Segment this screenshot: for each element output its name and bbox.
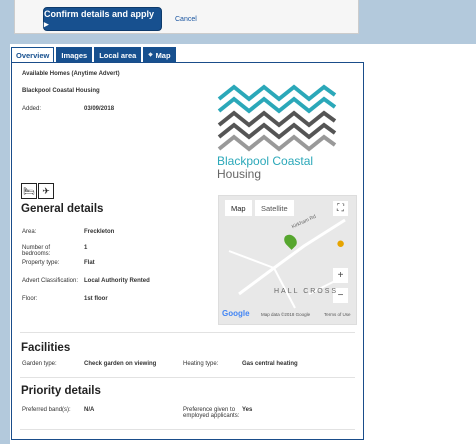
bedrooms-label: Number of bedrooms: [22, 245, 51, 257]
area-value: Freckleton [84, 229, 115, 235]
property-tabs: Overview Images Local area ⌖ Map [11, 47, 176, 63]
divider [20, 429, 355, 430]
heating-label: Heating type: [183, 361, 219, 367]
added-value: 03/09/2018 [84, 106, 115, 112]
band-label: Preferred band(s): [22, 407, 71, 413]
apply-panel: Confirm details and apply ▸ Cancel [14, 0, 359, 34]
street-view-icon[interactable]: ● [333, 235, 348, 252]
divider [20, 377, 355, 378]
tab-images[interactable]: Images [56, 47, 93, 63]
confirm-apply-button[interactable]: Confirm details and apply ▸ [43, 7, 162, 31]
crosshair-icon: ⌖ [148, 50, 153, 59]
tab-map-label: Map [155, 50, 171, 60]
bed-icon: 🛏 [21, 183, 37, 199]
map-credits: Map data ©2018 Google [261, 312, 311, 317]
tab-map[interactable]: ⌖ Map [143, 47, 176, 63]
google-logo: Google [222, 309, 250, 318]
property-type-label: Property type: [22, 260, 60, 266]
property-map[interactable]: Map Satellite ⛶ ● + − Kirkham Rd HALL CR… [218, 195, 357, 325]
property-type-value: Flat [84, 260, 95, 266]
cancel-link[interactable]: Cancel [175, 16, 197, 23]
band-value: N/A [84, 407, 95, 413]
employed-label: Preference given to employed applicants: [183, 407, 240, 419]
logo-text-line1: Blackpool Coastal [217, 154, 314, 168]
divider [20, 332, 355, 333]
logo-text-line2: Housing [217, 167, 262, 181]
tab-local-area[interactable]: Local area [94, 47, 142, 63]
facilities-title: Facilities [21, 342, 71, 354]
floor-label: Floor: [22, 296, 38, 302]
floor-value: 1st floor [84, 296, 108, 302]
overview-panel: Available Homes (Anytime Advert) Blackpo… [11, 62, 364, 440]
advert-type: Available Homes (Anytime Advert) [22, 71, 120, 77]
page-left-stripe [0, 0, 10, 444]
garden-value: Check garden on viewing [84, 361, 157, 367]
map-terms-link[interactable]: Terms of Use [324, 312, 351, 317]
map-type-satellite-button[interactable]: Satellite [255, 200, 294, 216]
added-label: Added: [22, 106, 42, 112]
heating-value: Gas central heating [242, 361, 298, 367]
area-label: Area: [22, 229, 37, 235]
general-details-title: General details [21, 203, 104, 215]
garden-label: Garden type: [22, 361, 57, 367]
fullscreen-icon[interactable]: ⛶ [333, 201, 348, 216]
classification-value: Local Authority Rented [84, 278, 150, 284]
zoom-in-button[interactable]: + [333, 268, 348, 283]
tab-overview[interactable]: Overview [11, 47, 55, 63]
map-type-map-button[interactable]: Map [225, 200, 252, 216]
classification-label: Advert Classification: [22, 278, 79, 284]
map-place-label: HALL CROSS [274, 288, 339, 295]
bedrooms-value: 1 [84, 245, 88, 251]
priority-title: Priority details [21, 385, 101, 397]
no-smoking-icon: ✈ [38, 183, 54, 199]
employed-value: Yes [242, 407, 253, 413]
landlord-name: Blackpool Coastal Housing [22, 88, 100, 94]
